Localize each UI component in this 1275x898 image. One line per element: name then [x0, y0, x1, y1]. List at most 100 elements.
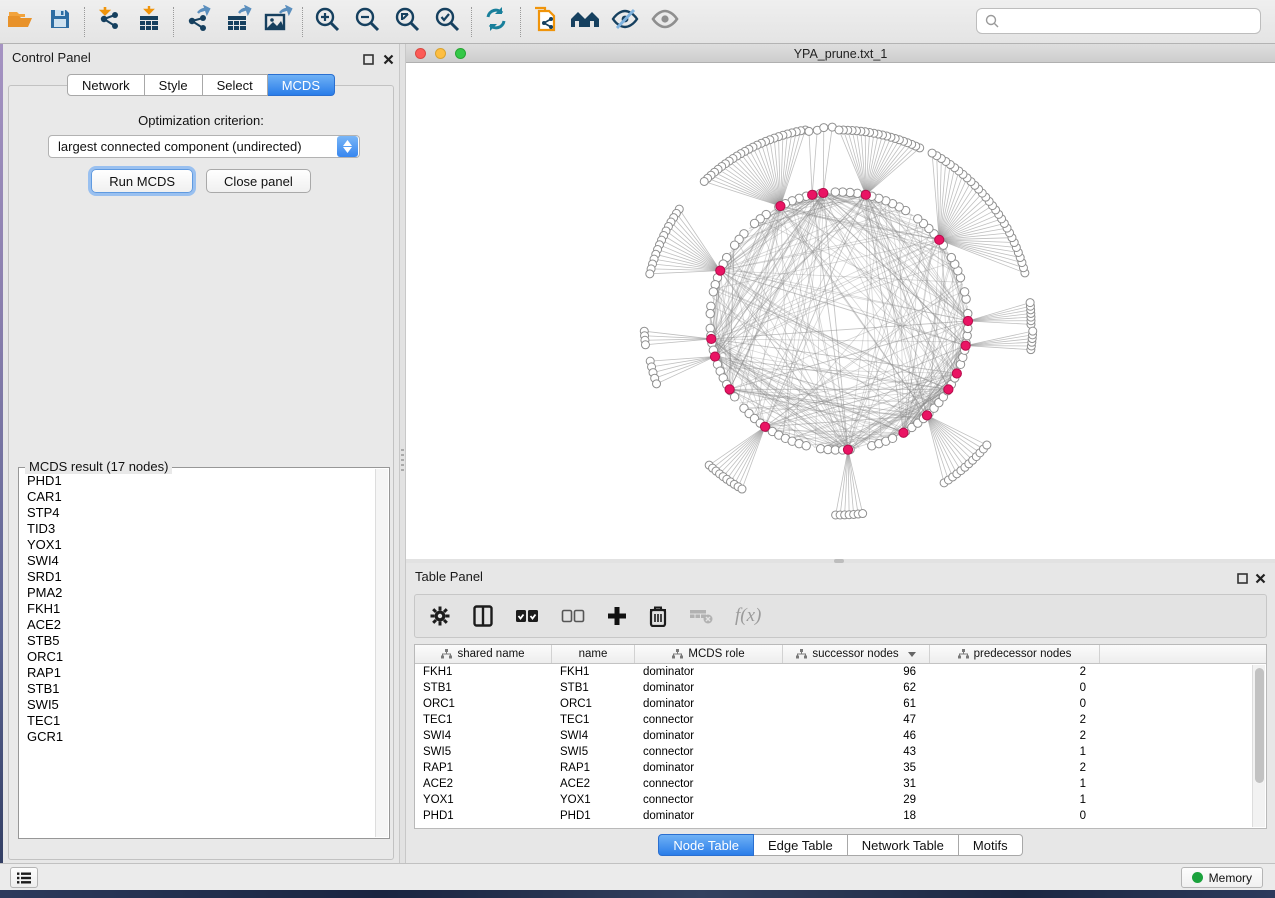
result-node-item[interactable]: CAR1 [20, 489, 375, 505]
table-cell[interactable]: 31 [783, 776, 930, 792]
function-builder-button[interactable]: f(x) [735, 605, 761, 627]
search-input[interactable] [1005, 10, 1260, 32]
delete-column-button[interactable] [649, 605, 667, 627]
result-node-item[interactable]: TEC1 [20, 713, 375, 729]
table-cell[interactable]: 1 [930, 744, 1100, 760]
table-cell[interactable]: 2 [930, 664, 1100, 680]
tab-node-table[interactable]: Node Table [658, 834, 754, 856]
duplicate-network-button[interactable] [525, 3, 565, 41]
table-cell[interactable]: SWI4 [415, 728, 552, 744]
zoom-in-button[interactable] [307, 3, 347, 41]
result-list-scrollbar[interactable] [375, 469, 388, 837]
table-cell[interactable]: 47 [783, 712, 930, 728]
table-cell[interactable]: YOX1 [415, 792, 552, 808]
first-neighbors-button[interactable] [565, 3, 605, 41]
table-cell[interactable]: connector [635, 776, 783, 792]
column-header-successor-nodes[interactable]: successor nodes [783, 645, 930, 663]
table-row[interactable]: SWI5SWI5connector431 [415, 744, 1266, 760]
table-cell[interactable]: SWI5 [415, 744, 552, 760]
table-cell[interactable]: TEC1 [415, 712, 552, 728]
table-cell[interactable]: 29 [783, 792, 930, 808]
table-cell[interactable]: RAP1 [552, 760, 635, 776]
table-cell[interactable]: YOX1 [552, 792, 635, 808]
close-panel-button[interactable]: Close panel [206, 169, 311, 193]
table-row[interactable]: YOX1YOX1connector291 [415, 792, 1266, 808]
table-row[interactable]: SWI4SWI4dominator462 [415, 728, 1266, 744]
table-row[interactable]: FKH1FKH1dominator962 [415, 664, 1266, 680]
show-columns-button[interactable] [473, 605, 493, 627]
table-cell[interactable]: STB1 [415, 680, 552, 696]
export-image-button[interactable] [258, 3, 298, 41]
apply-layout-button[interactable] [476, 3, 516, 41]
table-cell[interactable]: PHD1 [552, 808, 635, 824]
table-cell[interactable]: 62 [783, 680, 930, 696]
result-node-item[interactable]: SRD1 [20, 569, 375, 585]
table-cell[interactable]: ORC1 [415, 696, 552, 712]
table-cell[interactable]: 61 [783, 696, 930, 712]
deselect-all-checkboxes-button[interactable] [561, 609, 585, 623]
table-cell[interactable]: 2 [930, 712, 1100, 728]
result-node-item[interactable]: ACE2 [20, 617, 375, 633]
table-cell[interactable]: 1 [930, 776, 1100, 792]
table-cell[interactable]: 2 [930, 728, 1100, 744]
criterion-dropdown[interactable]: largest connected component (undirected) [48, 135, 360, 158]
table-row[interactable]: RAP1RAP1dominator352 [415, 760, 1266, 776]
table-row[interactable]: ACE2ACE2connector311 [415, 776, 1266, 792]
table-cell[interactable]: 43 [783, 744, 930, 760]
table-cell[interactable]: 2 [930, 760, 1100, 776]
network-canvas[interactable] [406, 63, 1275, 559]
tab-network[interactable]: Network [67, 74, 145, 96]
table-cell[interactable]: dominator [635, 664, 783, 680]
table-cell[interactable]: 0 [930, 808, 1100, 824]
table-cell[interactable]: PHD1 [415, 808, 552, 824]
result-node-item[interactable]: PHD1 [20, 473, 375, 489]
result-node-item[interactable]: STP4 [20, 505, 375, 521]
result-node-item[interactable]: SWI5 [20, 697, 375, 713]
save-session-button[interactable] [40, 3, 80, 41]
table-cell[interactable]: 46 [783, 728, 930, 744]
close-panel-icon[interactable] [383, 52, 394, 63]
network-window-titlebar[interactable]: YPA_prune.txt_1 [406, 44, 1275, 63]
table-cell[interactable]: 0 [930, 680, 1100, 696]
zoom-selected-button[interactable] [427, 3, 467, 41]
result-node-item[interactable]: FKH1 [20, 601, 375, 617]
open-file-button[interactable] [0, 3, 40, 41]
table-cell[interactable]: ACE2 [552, 776, 635, 792]
import-network-button[interactable] [89, 3, 129, 41]
vertical-splitter[interactable] [399, 44, 406, 863]
table-cell[interactable]: FKH1 [415, 664, 552, 680]
splitter-handle[interactable] [401, 449, 404, 471]
table-cell[interactable]: TEC1 [552, 712, 635, 728]
table-row[interactable]: STB1STB1dominator620 [415, 680, 1266, 696]
table-cell[interactable]: FKH1 [552, 664, 635, 680]
result-node-item[interactable]: STB5 [20, 633, 375, 649]
float-panel-icon[interactable] [1237, 571, 1248, 582]
column-header-name[interactable]: name [552, 645, 635, 663]
table-cell[interactable]: dominator [635, 728, 783, 744]
zoom-out-button[interactable] [347, 3, 387, 41]
table-cell[interactable]: connector [635, 744, 783, 760]
result-node-item[interactable]: RAP1 [20, 665, 375, 681]
run-mcds-button[interactable]: Run MCDS [91, 169, 193, 193]
memory-button[interactable]: Memory [1181, 867, 1263, 888]
column-header-shared-name[interactable]: shared name [415, 645, 552, 663]
tab-network-table[interactable]: Network Table [848, 834, 959, 856]
column-header-predecessor-nodes[interactable]: predecessor nodes [930, 645, 1100, 663]
table-cell[interactable]: 0 [930, 696, 1100, 712]
result-node-item[interactable]: SWI4 [20, 553, 375, 569]
table-cell[interactable]: connector [635, 792, 783, 808]
table-options-gear-button[interactable] [429, 605, 451, 627]
tab-edge-table[interactable]: Edge Table [754, 834, 848, 856]
result-node-item[interactable]: TID3 [20, 521, 375, 537]
table-cell[interactable]: SWI5 [552, 744, 635, 760]
table-cell[interactable]: ACE2 [415, 776, 552, 792]
table-cell[interactable]: connector [635, 712, 783, 728]
search-box[interactable] [976, 8, 1261, 34]
table-cell[interactable]: dominator [635, 680, 783, 696]
tab-mcds[interactable]: MCDS [268, 74, 335, 96]
import-table-button[interactable] [129, 3, 169, 41]
result-node-item[interactable]: STB1 [20, 681, 375, 697]
hide-selected-button[interactable] [605, 3, 645, 41]
table-row[interactable]: TEC1TEC1connector472 [415, 712, 1266, 728]
delete-table-button[interactable] [689, 608, 713, 624]
